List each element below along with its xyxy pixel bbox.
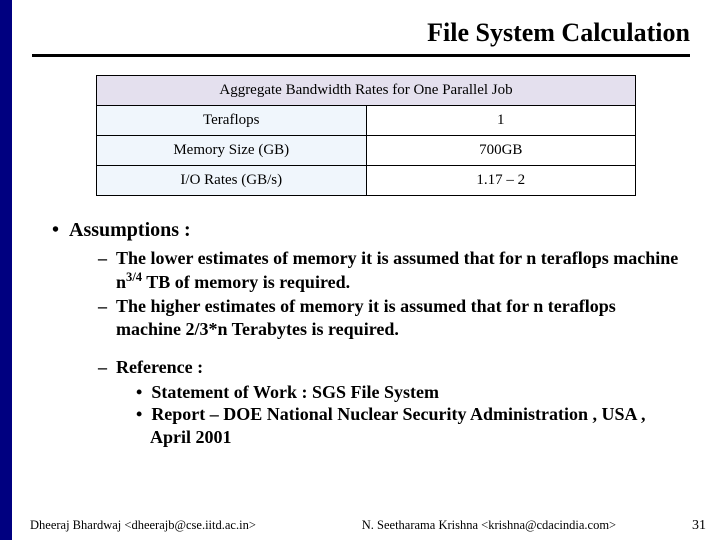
- table-row-value: 1.17 – 2: [366, 166, 636, 196]
- page-title: File System Calculation: [12, 0, 720, 54]
- title-underline: [32, 54, 690, 57]
- table-header: Aggregate Bandwidth Rates for One Parall…: [97, 76, 636, 106]
- assumption-item: – The lower estimates of memory it is as…: [98, 247, 680, 293]
- content-body: • Assumptions : – The lower estimates of…: [12, 196, 720, 448]
- bandwidth-table: Aggregate Bandwidth Rates for One Parall…: [96, 75, 636, 196]
- reference-item: • Report – DOE National Nuclear Security…: [136, 403, 680, 448]
- assumption-text: TB of memory is required.: [142, 272, 350, 292]
- table-row-label: Teraflops: [97, 106, 367, 136]
- assumptions-heading: • Assumptions :: [52, 218, 680, 243]
- assumption-item: – The higher estimates of memory it is a…: [98, 295, 680, 340]
- reference-heading: – Reference :: [98, 356, 680, 379]
- table-row-label: I/O Rates (GB/s): [97, 166, 367, 196]
- reference-heading-text: Reference :: [116, 357, 203, 377]
- table-row-value: 1: [366, 106, 636, 136]
- assumptions-heading-text: Assumptions :: [69, 219, 191, 241]
- reference-item: • Statement of Work : SGS File System: [136, 381, 680, 404]
- footer-left: Dheeraj Bhardwaj <dheerajb@cse.iitd.ac.i…: [30, 518, 256, 533]
- reference-text: Statement of Work : SGS File System: [151, 382, 439, 402]
- footer: Dheeraj Bhardwaj <dheerajb@cse.iitd.ac.i…: [30, 518, 706, 534]
- page-number: 31: [692, 518, 706, 534]
- table-row-label: Memory Size (GB): [97, 136, 367, 166]
- reference-text: Report – DOE National Nuclear Security A…: [150, 404, 645, 447]
- superscript: 3/4: [126, 270, 142, 284]
- table-row-value: 700GB: [366, 136, 636, 166]
- assumption-text: The higher estimates of memory it is ass…: [116, 296, 616, 339]
- footer-mid: N. Seetharama Krishna <krishna@cdacindia…: [286, 518, 692, 533]
